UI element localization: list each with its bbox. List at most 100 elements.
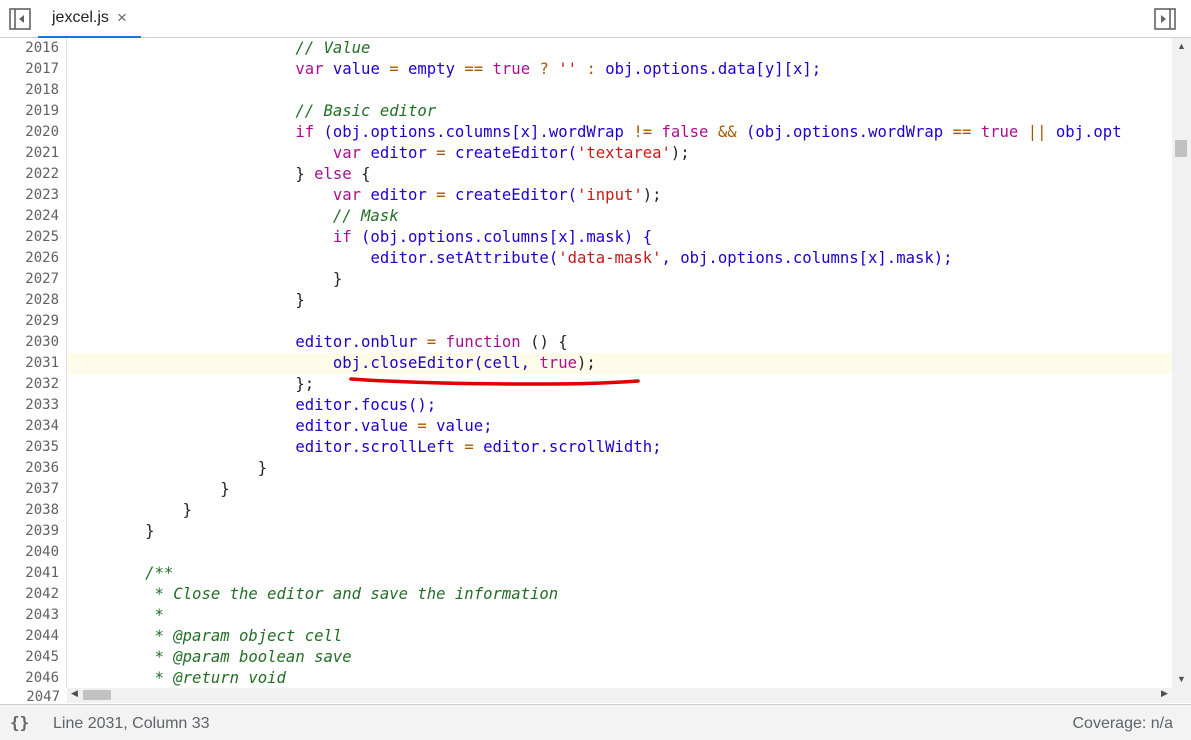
code-line[interactable]: * @param object cell bbox=[67, 626, 1172, 647]
line-number[interactable]: 2029 bbox=[0, 311, 66, 332]
code-line[interactable]: editor.value = value; bbox=[67, 416, 1172, 437]
line-number[interactable]: 2022 bbox=[0, 164, 66, 185]
operator: = bbox=[436, 144, 446, 162]
line-number[interactable]: 2037 bbox=[0, 479, 66, 500]
line-number[interactable]: 2019 bbox=[0, 101, 66, 122]
vertical-scrollbar[interactable]: ▲ ▼ bbox=[1172, 38, 1191, 688]
code-line[interactable]: editor.focus(); bbox=[67, 395, 1172, 416]
code-line[interactable]: } else { bbox=[67, 164, 1172, 185]
code-line[interactable]: editor.scrollLeft = editor.scrollWidth; bbox=[67, 437, 1172, 458]
code-line[interactable]: } bbox=[67, 479, 1172, 500]
line-number[interactable]: 2036 bbox=[0, 458, 66, 479]
punctuation: () { bbox=[530, 333, 568, 351]
scroll-down-arrow-icon[interactable]: ▼ bbox=[1177, 674, 1186, 684]
code-line[interactable]: var editor = createEditor('textarea'); bbox=[67, 143, 1172, 164]
punctuation: { bbox=[361, 165, 371, 183]
line-number[interactable]: 2026 bbox=[0, 248, 66, 269]
line-number[interactable]: 2020 bbox=[0, 122, 66, 143]
code-line-active[interactable]: obj.closeEditor(cell, true); bbox=[67, 353, 1172, 374]
tab-jexcel-js[interactable]: jexcel.js × bbox=[38, 0, 141, 38]
line-number[interactable]: 2044 bbox=[0, 626, 66, 647]
code-line[interactable]: * @return void bbox=[67, 668, 1172, 688]
code-line[interactable]: * Close the editor and save the informat… bbox=[67, 584, 1172, 605]
pretty-print-icon[interactable]: {} bbox=[10, 713, 29, 732]
line-number[interactable]: 2040 bbox=[0, 542, 66, 563]
line-number[interactable]: 2028 bbox=[0, 290, 66, 311]
line-number[interactable]: 2041 bbox=[0, 563, 66, 584]
toggle-debugger-icon[interactable] bbox=[1154, 8, 1176, 30]
code-line[interactable]: * @param boolean save bbox=[67, 647, 1172, 668]
code-line[interactable]: } bbox=[67, 500, 1172, 521]
line-number[interactable]: 2016 bbox=[0, 38, 66, 59]
string: '' bbox=[558, 60, 578, 78]
code-line[interactable]: if (obj.options.columns[x].mask) { bbox=[67, 227, 1172, 248]
expression: editor.onblur bbox=[295, 333, 418, 351]
code-editor[interactable]: 2016 2017 2018 2019 2020 2021 2022 2023 … bbox=[0, 38, 1172, 688]
code-line[interactable]: // Basic editor bbox=[67, 101, 1172, 122]
expression: value; bbox=[436, 417, 493, 435]
code-line[interactable]: }; bbox=[67, 374, 1172, 395]
line-number[interactable]: 2023 bbox=[0, 185, 66, 206]
code-line[interactable]: // Value bbox=[67, 38, 1172, 59]
scroll-up-arrow-icon[interactable]: ▲ bbox=[1177, 41, 1186, 51]
punctuation: } bbox=[220, 480, 230, 498]
operator: = bbox=[417, 417, 427, 435]
line-number[interactable]: 2043 bbox=[0, 605, 66, 626]
code-line[interactable]: editor.setAttribute('data-mask', obj.opt… bbox=[67, 248, 1172, 269]
string: 'input' bbox=[577, 186, 643, 204]
line-number[interactable]: 2042 bbox=[0, 584, 66, 605]
line-number[interactable]: 2045 bbox=[0, 647, 66, 668]
code-line[interactable]: editor.onblur = function () { bbox=[67, 332, 1172, 353]
vertical-scroll-thumb[interactable] bbox=[1175, 140, 1187, 157]
code-line[interactable] bbox=[67, 311, 1172, 332]
line-number[interactable]: 2031 bbox=[0, 353, 66, 374]
close-icon[interactable]: × bbox=[117, 8, 127, 28]
editor-tab-bar: jexcel.js × bbox=[0, 0, 1191, 38]
code-line[interactable] bbox=[67, 80, 1172, 101]
status-bar: {} Line 2031, Column 33 Coverage: n/a bbox=[0, 704, 1191, 740]
horizontal-scrollbar[interactable]: ◀ ▶ bbox=[67, 688, 1172, 703]
scroll-left-arrow-icon[interactable]: ◀ bbox=[71, 688, 78, 699]
line-number[interactable]: 2033 bbox=[0, 395, 66, 416]
identifier: editor bbox=[370, 186, 427, 204]
scrollbar-corner bbox=[1172, 688, 1191, 703]
code-line[interactable]: var editor = createEditor('input'); bbox=[67, 185, 1172, 206]
code-line[interactable]: /** bbox=[67, 563, 1172, 584]
code-line[interactable]: var value = empty == true ? '' : obj.opt… bbox=[67, 59, 1172, 80]
punctuation: }; bbox=[295, 375, 315, 393]
code-line[interactable]: } bbox=[67, 290, 1172, 311]
line-number[interactable]: 2025 bbox=[0, 227, 66, 248]
punctuation: } bbox=[145, 522, 155, 540]
horizontal-scroll-thumb[interactable] bbox=[83, 690, 111, 700]
code-line[interactable]: } bbox=[67, 521, 1172, 542]
line-number[interactable]: 2039 bbox=[0, 521, 66, 542]
code-lines[interactable]: // Value var value = empty == true ? '' … bbox=[67, 38, 1172, 688]
expression: obj.opt bbox=[1055, 123, 1122, 141]
expression: editor.focus(); bbox=[295, 396, 437, 414]
line-number[interactable]: 2034 bbox=[0, 416, 66, 437]
scroll-right-arrow-icon[interactable]: ▶ bbox=[1161, 688, 1168, 699]
code-line[interactable]: * bbox=[67, 605, 1172, 626]
code-line[interactable]: } bbox=[67, 269, 1172, 290]
code-line[interactable]: // Mask bbox=[67, 206, 1172, 227]
line-number[interactable]: 2038 bbox=[0, 500, 66, 521]
line-number[interactable]: 2021 bbox=[0, 143, 66, 164]
line-number[interactable]: 2017 bbox=[0, 59, 66, 80]
line-number[interactable]: 2035 bbox=[0, 437, 66, 458]
code-line[interactable]: if (obj.options.columns[x].wordWrap != f… bbox=[67, 122, 1172, 143]
line-number[interactable]: 2027 bbox=[0, 269, 66, 290]
code-line[interactable] bbox=[67, 542, 1172, 563]
line-number-gutter[interactable]: 2016 2017 2018 2019 2020 2021 2022 2023 … bbox=[0, 38, 67, 688]
operator: = bbox=[436, 186, 446, 204]
code-line[interactable]: } bbox=[67, 458, 1172, 479]
line-number[interactable]: 2024 bbox=[0, 206, 66, 227]
expression: (obj.options.columns[x].wordWrap bbox=[323, 123, 624, 141]
line-number[interactable]: 2018 bbox=[0, 80, 66, 101]
line-number[interactable]: 2032 bbox=[0, 374, 66, 395]
comment: * @return void bbox=[145, 669, 286, 687]
toggle-navigator-icon[interactable] bbox=[9, 8, 31, 30]
comment: * @param object cell bbox=[145, 627, 343, 645]
line-number[interactable]: 2030 bbox=[0, 332, 66, 353]
operator: != bbox=[633, 123, 653, 141]
line-number[interactable]: 2046 bbox=[0, 668, 66, 688]
